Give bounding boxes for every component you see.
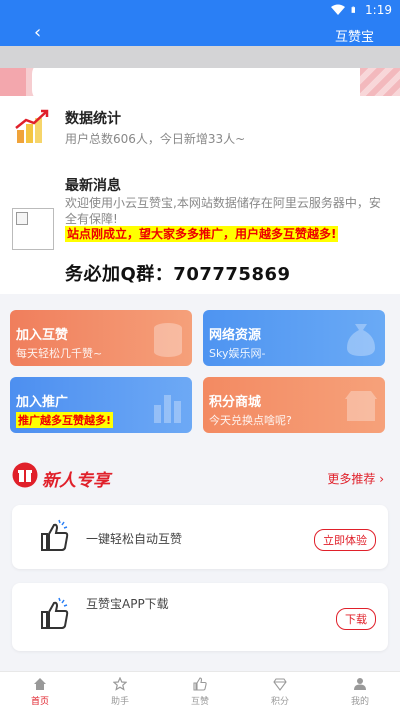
tile-subtitle: 推广越多互赞越多! xyxy=(16,412,114,428)
thumb-icon xyxy=(193,677,207,691)
back-button[interactable]: ‹ xyxy=(34,22,54,46)
shop-icon xyxy=(345,391,377,421)
tile-title: 网络资源 xyxy=(209,328,262,343)
banner-card xyxy=(32,68,368,96)
banner-decoration xyxy=(0,68,26,96)
task-label: 一键轻松自动互赞 xyxy=(86,532,183,546)
download-button[interactable]: 下载 xyxy=(336,608,376,630)
tab-label: 我的 xyxy=(350,697,369,707)
news-title: 最新消息 xyxy=(65,178,121,194)
battery-icon xyxy=(351,6,356,13)
star-icon xyxy=(113,677,127,691)
status-bar: 1:19 xyxy=(0,0,400,22)
money-bag-icon xyxy=(347,324,375,356)
tab-home[interactable]: 首页 xyxy=(0,672,80,711)
tab-mine[interactable]: 我的 xyxy=(320,672,400,711)
back-icon: ‹ xyxy=(34,22,42,43)
tab-assistant[interactable]: 助手 xyxy=(80,672,160,711)
news-highlight: 站点刚成立，望大家多多推广，用户越多互赞越多! xyxy=(65,226,339,242)
stats-description: 用户总数606人，今日新增33人~ xyxy=(65,132,246,146)
status-time: 1:19 xyxy=(365,3,392,17)
tile-join-promotion[interactable]: 加入推广 推广越多互赞越多! xyxy=(10,377,192,433)
app-bar: ‹ 互赞宝 xyxy=(0,22,400,46)
diamond-icon xyxy=(273,678,287,691)
news-description: 欢迎使用小云互赞宝,本网站数据储存在阿里云服务器中，安全有保障! xyxy=(65,196,381,226)
task-card-auto-like: 一键轻松自动互赞 立即体验 xyxy=(12,505,388,569)
header-strip xyxy=(0,46,400,68)
coins-icon xyxy=(154,323,182,357)
section-title: 新人专享 xyxy=(42,471,110,491)
tab-label: 首页 xyxy=(30,697,49,707)
tile-subtitle: 每天轻松几千赞~ xyxy=(16,347,103,360)
tile-subtitle: 今天兑换点啥呢? xyxy=(209,414,292,427)
bottom-tab-bar: 首页 助手 互赞 积分 我的 xyxy=(0,671,400,711)
gift-icon xyxy=(12,462,38,488)
try-now-button[interactable]: 立即体验 xyxy=(314,529,376,551)
tile-join-mutual-like[interactable]: 加入互赞 每天轻松几千赞~ xyxy=(10,310,192,366)
more-recommendations-link[interactable]: 更多推荐 › xyxy=(327,470,384,487)
task-card-app-download: 互赞宝APP下载 下载 xyxy=(12,583,388,651)
home-icon xyxy=(34,678,46,690)
qq-group-notice: 务必加Q群：707775869 xyxy=(65,264,291,285)
app-title: 互赞宝 xyxy=(334,30,374,45)
banner[interactable] xyxy=(0,68,400,96)
tab-label: 助手 xyxy=(110,697,129,707)
tab-points[interactable]: 积分 xyxy=(240,672,320,711)
thumbs-up-icon xyxy=(41,597,69,629)
stats-title: 数据统计 xyxy=(65,111,121,127)
tile-title: 加入互赞 xyxy=(16,328,69,343)
tile-title: 积分商城 xyxy=(209,395,262,410)
bar-chart-icon xyxy=(15,109,49,143)
tab-label: 互赞 xyxy=(190,697,209,707)
tile-network-resources[interactable]: 网络资源 Sky娱乐网- xyxy=(203,310,385,366)
tab-label: 积分 xyxy=(270,697,289,707)
user-icon xyxy=(354,678,366,690)
tile-points-mall[interactable]: 积分商城 今天兑换点啥呢? xyxy=(203,377,385,433)
tile-title: 加入推广 xyxy=(16,395,69,410)
broken-image-icon xyxy=(12,208,54,250)
banner-decoration xyxy=(360,68,400,96)
tile-subtitle: Sky娱乐网- xyxy=(209,347,266,360)
thumbs-up-icon xyxy=(41,519,69,551)
task-label: 互赞宝APP下载 xyxy=(86,597,169,611)
wifi-icon xyxy=(331,4,346,15)
tab-mutual-like[interactable]: 互赞 xyxy=(160,672,240,711)
bar-chart-icon xyxy=(154,395,181,423)
